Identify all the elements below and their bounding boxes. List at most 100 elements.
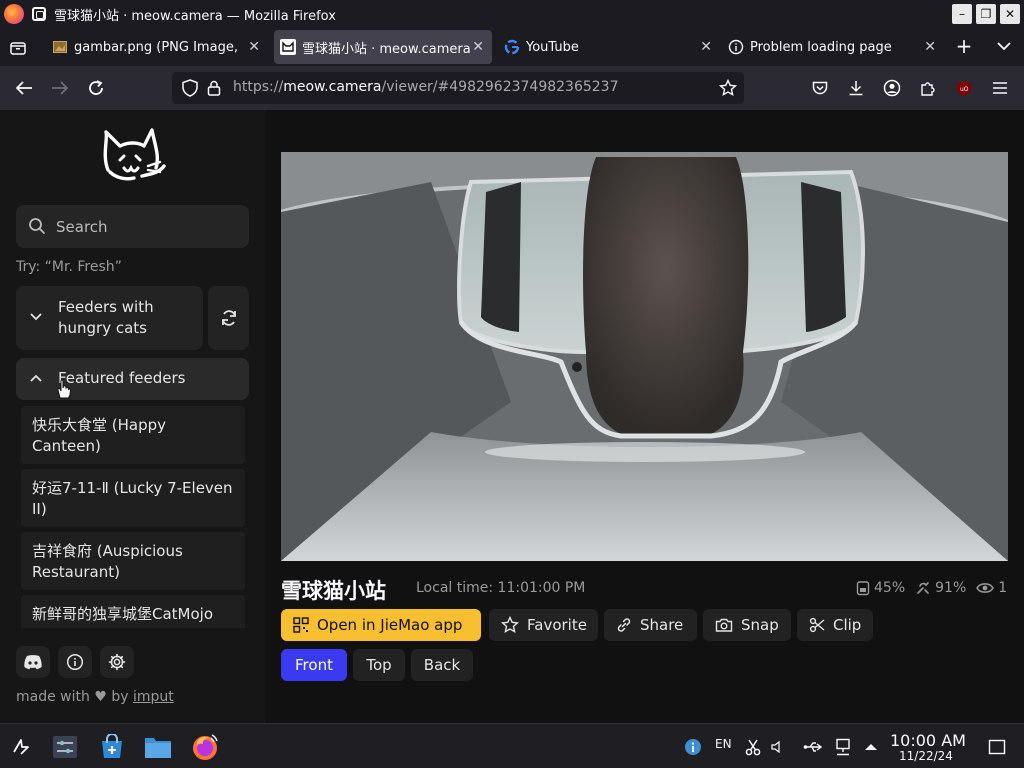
downloads-icon[interactable] <box>846 78 866 98</box>
window-titlebar: 雪球猫小站 · meow.camera — Mozilla Firefox – … <box>0 0 1024 28</box>
network-wired-icon[interactable] <box>828 732 858 762</box>
camera-title: 雪球猫小站 <box>281 579 386 603</box>
pocket-icon[interactable] <box>810 78 830 98</box>
software-store-icon[interactable] <box>97 732 127 762</box>
ublock-origin-icon[interactable]: uO <box>954 78 974 98</box>
heart-icon: ♥ <box>94 689 107 705</box>
group-featured-label: Featured feeders <box>58 369 186 387</box>
bookmark-star-icon[interactable] <box>718 78 738 98</box>
tracking-shield-icon[interactable] <box>180 78 200 98</box>
reload-icon[interactable] <box>86 78 106 98</box>
window-menu-icon[interactable] <box>32 7 46 21</box>
firefox-taskbar-icon[interactable] <box>190 732 220 762</box>
star-icon <box>501 616 519 633</box>
volume-icon[interactable] <box>762 732 792 762</box>
google-g-icon <box>504 39 520 55</box>
maximize-button[interactable]: ❐ <box>976 4 996 24</box>
firefox-logo-icon <box>4 4 24 24</box>
tab-youtube[interactable]: YouTube ✕ <box>504 30 720 64</box>
gear-icon <box>108 653 126 671</box>
discord-button[interactable] <box>16 646 50 678</box>
feeder-item[interactable]: 好运7-11-Ⅱ (Lucky 7-Eleven II) <box>21 469 245 527</box>
open-in-app-button[interactable]: Open in JieMao app <box>281 609 481 641</box>
featured-feeder-list: 快乐大食堂 (Happy Canteen) 好运7-11-Ⅱ (Lucky 7-… <box>21 406 245 628</box>
search-input[interactable] <box>56 205 241 248</box>
cat-favicon-icon <box>280 39 296 55</box>
tab-meow-camera[interactable]: 雪球猫小站 · meow.camera ✕ <box>274 30 492 64</box>
tab-overflow-chevron-icon[interactable] <box>994 36 1014 56</box>
image-file-icon <box>52 39 68 55</box>
app-launcher-icon[interactable] <box>6 732 36 762</box>
close-tab-icon[interactable]: ✕ <box>924 39 936 55</box>
feeder-item[interactable]: 吉祥食府 (Auspicious Restaurant) <box>21 532 245 590</box>
group-hungry-cats[interactable]: Feeders with hungry cats <box>16 286 203 350</box>
paw-battery-icon <box>917 582 929 594</box>
camera-video-feed[interactable] <box>281 152 1008 561</box>
close-tab-icon[interactable]: ✕ <box>700 39 712 55</box>
food-bin-icon <box>856 581 870 596</box>
chevron-up-icon <box>30 374 42 382</box>
tab-bar: gambar.png (PNG Image, ✕ 雪球猫小站 · meow.ca… <box>0 28 1024 66</box>
viewer-count-stat: 1 <box>976 580 1007 596</box>
food-level-stat: 45% <box>856 580 905 596</box>
clock-date[interactable]: 11/22/24 <box>899 749 953 763</box>
view-front-button[interactable]: Front <box>281 649 347 681</box>
camera-icon <box>715 618 733 632</box>
group-hungry-label: Feeders with hungry cats <box>58 298 154 337</box>
svg-text:uO: uO <box>960 86 969 93</box>
url-text[interactable]: https://meow.camera/viewer/#498296237498… <box>233 79 619 95</box>
navigation-toolbar: https://meow.camera/viewer/#498296237498… <box>0 66 1024 110</box>
info-icon <box>728 39 744 55</box>
feeder-stats: 45% 91% 1 <box>856 580 1007 596</box>
battery-stat: 91% <box>915 580 966 596</box>
extensions-puzzle-icon[interactable] <box>918 78 938 98</box>
window-title: 雪球猫小站 · meow.camera — Mozilla Firefox <box>54 8 336 24</box>
tab-problem-loading[interactable]: Problem loading page ✕ <box>728 30 944 64</box>
os-taskbar: EN 10:00 AM 11/22/24 <box>0 723 1024 768</box>
link-icon <box>617 618 631 632</box>
sidebar: Try: “Mr. Fresh” Feeders with hungry cat… <box>0 110 265 723</box>
tray-expand-arrow-icon[interactable] <box>856 732 886 762</box>
account-icon[interactable] <box>882 78 902 98</box>
imput-link[interactable]: imput <box>133 689 174 705</box>
snap-button[interactable]: Snap <box>703 609 791 641</box>
tab-gambar[interactable]: gambar.png (PNG Image, ✕ <box>52 30 268 64</box>
refresh-button[interactable] <box>208 286 249 350</box>
hamburger-menu-icon[interactable] <box>990 78 1010 98</box>
page-content: Try: “Mr. Fresh” Feeders with hungry cat… <box>0 110 1024 723</box>
back-arrow-icon[interactable] <box>14 78 34 98</box>
made-with-footer: made with ♥ by imput <box>16 689 174 705</box>
file-manager-icon[interactable] <box>143 732 173 762</box>
hand-cursor-icon <box>57 379 71 399</box>
group-featured-feeders[interactable]: Featured feeders <box>16 358 249 400</box>
close-window-button[interactable]: ✕ <box>1000 4 1020 24</box>
clip-button[interactable]: Clip <box>797 609 873 641</box>
feeder-item[interactable]: 快乐大食堂 (Happy Canteen) <box>21 406 245 464</box>
feeder-item[interactable]: 新鲜哥的独享城堡CatMojo <box>21 595 245 628</box>
list-all-tabs-button[interactable] <box>6 36 30 60</box>
meow-camera-logo[interactable] <box>100 126 166 188</box>
close-tab-icon[interactable]: ✕ <box>248 39 260 55</box>
info-button[interactable] <box>58 646 92 678</box>
local-time: Local time: 11:01:00 PM <box>416 580 586 596</box>
forward-arrow-icon[interactable] <box>50 78 70 98</box>
url-bar[interactable]: https://meow.camera/viewer/#498296237498… <box>172 72 744 104</box>
view-back-button[interactable]: Back <box>411 649 473 681</box>
info-tray-icon[interactable] <box>678 732 708 762</box>
minimize-button[interactable]: – <box>952 4 972 24</box>
keyboard-layout[interactable]: EN <box>715 737 732 751</box>
usb-device-icon[interactable] <box>798 732 828 762</box>
show-desktop-icon[interactable] <box>982 732 1012 762</box>
chevron-down-icon <box>30 313 42 321</box>
settings-button[interactable] <box>100 646 134 678</box>
share-button[interactable]: Share <box>604 609 697 641</box>
eye-icon <box>976 583 995 593</box>
new-tab-button[interactable]: + <box>954 34 974 58</box>
refresh-icon <box>221 310 236 326</box>
system-settings-icon[interactable] <box>50 732 80 762</box>
view-top-button[interactable]: Top <box>353 649 405 681</box>
lock-icon[interactable] <box>204 78 224 98</box>
clock-time[interactable]: 10:00 AM <box>890 731 966 750</box>
favorite-button[interactable]: Favorite <box>489 609 598 641</box>
close-tab-icon[interactable]: ✕ <box>472 39 484 55</box>
